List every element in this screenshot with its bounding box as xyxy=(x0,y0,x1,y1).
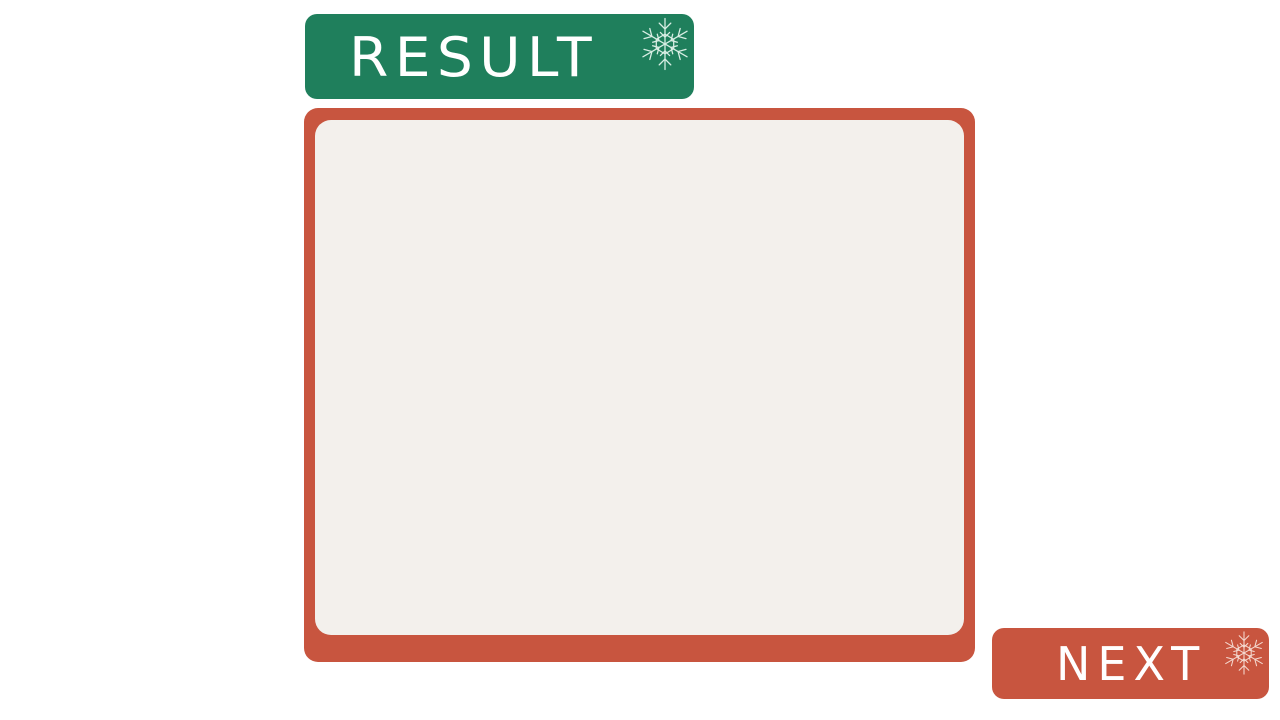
next-button-label: NEXT xyxy=(1056,637,1207,691)
result-header: RESULT xyxy=(305,14,694,99)
result-title: RESULT xyxy=(349,26,598,89)
next-button[interactable]: NEXT xyxy=(992,628,1269,699)
result-content-area xyxy=(315,120,964,635)
snowflake-icon xyxy=(636,15,694,73)
snowflake-icon xyxy=(1220,629,1268,677)
result-panel xyxy=(304,108,975,662)
